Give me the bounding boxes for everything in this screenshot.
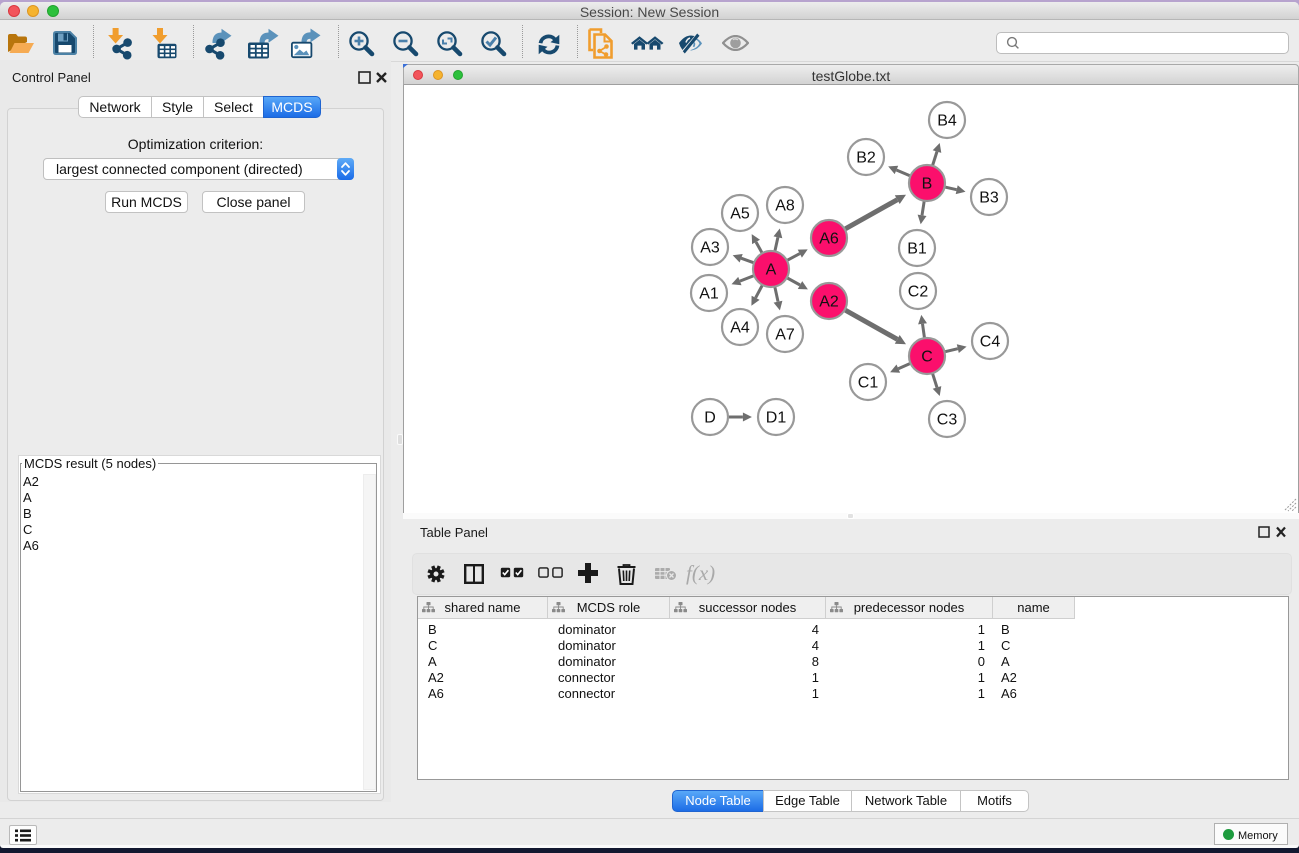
svg-text:B4: B4: [937, 113, 957, 130]
svg-text:C2: C2: [908, 284, 929, 301]
svg-text:A8: A8: [775, 198, 795, 215]
svg-text:A6: A6: [819, 231, 839, 248]
svg-text:B2: B2: [856, 150, 876, 167]
svg-text:D: D: [704, 410, 716, 427]
svg-text:C3: C3: [937, 412, 958, 429]
svg-text:C4: C4: [980, 334, 1001, 351]
svg-text:C: C: [921, 349, 933, 366]
svg-text:A1: A1: [699, 286, 719, 303]
svg-text:B3: B3: [979, 190, 999, 207]
svg-text:B1: B1: [907, 241, 927, 258]
svg-text:A: A: [766, 262, 777, 279]
svg-text:A3: A3: [700, 240, 720, 257]
svg-text:B: B: [922, 176, 933, 193]
svg-text:A7: A7: [775, 327, 795, 344]
svg-text:D1: D1: [766, 410, 787, 427]
svg-text:A2: A2: [819, 294, 839, 311]
svg-text:A4: A4: [730, 320, 750, 337]
svg-text:A5: A5: [730, 206, 750, 223]
svg-text:C1: C1: [858, 375, 879, 392]
